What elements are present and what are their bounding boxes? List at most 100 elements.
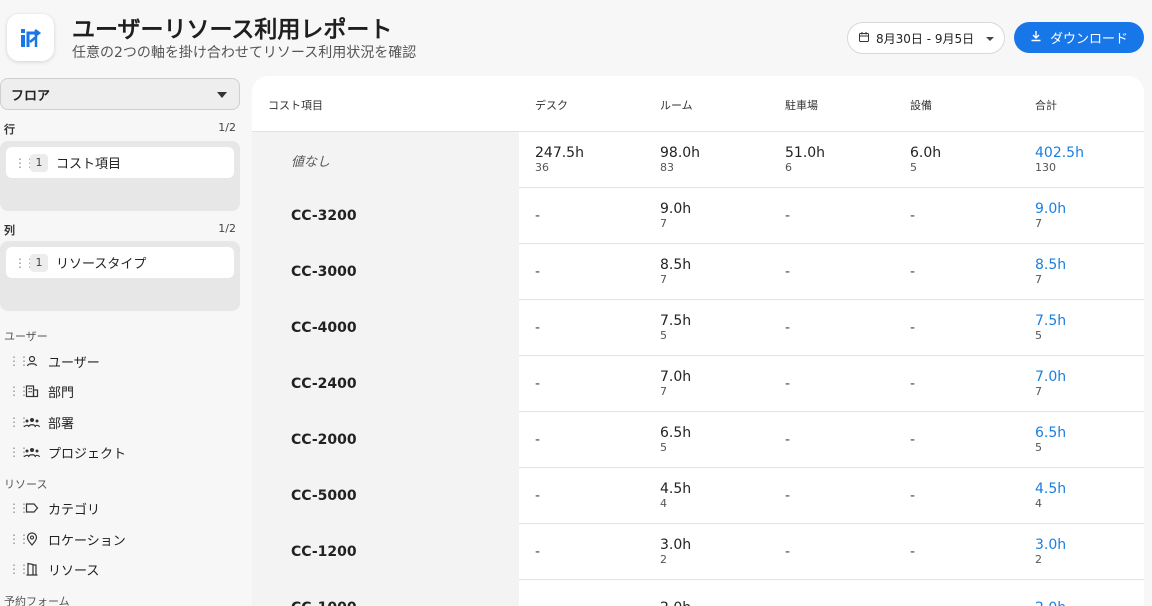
col-chip-resource-type[interactable]: ⋮⋮ 1 リソースタイプ [6, 247, 234, 278]
total-cell[interactable]: 9.0h 7 [1035, 188, 1066, 244]
row-header: CC-1200 [252, 524, 519, 580]
rows-dropzone[interactable]: ⋮⋮ 1 コスト項目 [0, 141, 240, 211]
table-cell: - [785, 188, 790, 244]
field-resource[interactable]: ⋮⋮ リソース [8, 557, 238, 581]
cell-count: 5 [910, 161, 917, 174]
drag-handle-icon[interactable]: ⋮⋮ [14, 256, 36, 270]
door-icon [24, 561, 40, 577]
caret-down-icon [217, 87, 227, 102]
cell-count: 4 [660, 497, 667, 510]
field-location[interactable]: ⋮⋮ ロケーション [8, 527, 238, 551]
cell-hours: - [535, 488, 541, 504]
field-division[interactable]: ⋮⋮ 部署 [8, 410, 238, 434]
field-label: リソース [48, 563, 100, 579]
table-cell: 247.5h 36 [535, 132, 584, 188]
cell-hours: 8.5h [1035, 257, 1067, 273]
cell-count: 7 [660, 217, 667, 230]
row-header: CC-1000 [252, 580, 519, 606]
total-cell[interactable]: 4.5h 4 [1035, 468, 1066, 524]
table-cell: - [535, 300, 540, 356]
col-header-total[interactable]: 合計 [1035, 97, 1057, 113]
cell-hours: 7.5h [660, 313, 692, 329]
calendar-icon [858, 31, 870, 46]
field-department[interactable]: ⋮⋮ 部門 [8, 379, 238, 403]
cell-hours: 3.0h [660, 537, 692, 553]
cell-hours: - [785, 488, 791, 504]
floor-select[interactable]: フロア [0, 78, 240, 110]
cell-hours: 9.0h [660, 201, 692, 217]
cell-count: 7 [1035, 217, 1042, 230]
drag-handle-icon[interactable]: ⋮⋮ [8, 562, 30, 576]
cell-hours: 4.5h [1035, 481, 1067, 497]
col-header-parking[interactable]: 駐車場 [785, 97, 818, 113]
total-cell[interactable]: 7.5h 5 [1035, 300, 1066, 356]
table-cell: - [535, 356, 540, 412]
cell-count: 5 [1035, 329, 1042, 342]
page-subtitle: 任意の2つの軸を掛け合わせてリソース利用状況を確認 [72, 45, 417, 61]
col-header-room[interactable]: ルーム [660, 97, 693, 113]
total-cell[interactable]: 2.0h [1035, 580, 1066, 606]
drag-handle-icon[interactable]: ⋮⋮ [8, 415, 30, 429]
download-button[interactable]: ダウンロード [1014, 22, 1144, 53]
col-header-cost-item[interactable]: コスト項目 [268, 97, 323, 113]
col-header-equipment[interactable]: 設備 [910, 97, 932, 113]
table-row: CC-3200-9.0h 7- -9.0h 7 [252, 188, 1144, 244]
cell-hours: - [910, 432, 916, 448]
total-cell[interactable]: 3.0h 2 [1035, 524, 1066, 580]
cell-hours: - [910, 600, 915, 606]
cell-hours: - [535, 600, 540, 606]
cell-hours: - [910, 208, 916, 224]
total-cell[interactable]: 8.5h 7 [1035, 244, 1066, 300]
drag-handle-icon[interactable]: ⋮⋮ [8, 384, 30, 398]
table-cell: - [785, 524, 790, 580]
cell-hours: 6.0h [910, 145, 942, 161]
cell-hours: - [785, 544, 791, 560]
caret-down-icon [986, 31, 994, 45]
total-cell[interactable]: 402.5h 130 [1035, 132, 1084, 188]
cell-hours: 6.5h [1035, 425, 1067, 441]
drag-handle-icon[interactable]: ⋮⋮ [14, 156, 36, 170]
field-user[interactable]: ⋮⋮ ユーザー [8, 349, 238, 373]
cols-dropzone[interactable]: ⋮⋮ 1 リソースタイプ [0, 241, 240, 311]
download-icon [1030, 30, 1042, 46]
location-pin-icon [24, 531, 40, 547]
cell-count: 36 [535, 161, 549, 174]
table-cell: - [535, 412, 540, 468]
drag-handle-icon[interactable]: ⋮⋮ [8, 354, 30, 368]
table-row: CC-2400-7.0h 7- -7.0h 7 [252, 356, 1144, 412]
cell-hours: 9.0h [1035, 201, 1067, 217]
drag-handle-icon[interactable]: ⋮⋮ [8, 445, 30, 459]
field-category[interactable]: ⋮⋮ カテゴリ [8, 496, 238, 520]
table-cell: - [785, 300, 790, 356]
table-cell: 2.0h [660, 580, 691, 606]
field-project[interactable]: ⋮⋮ プロジェクト [8, 440, 238, 464]
table-row: CC-4000-7.5h 5- -7.5h 5 [252, 300, 1144, 356]
date-range-picker[interactable]: 8月30日 - 9月5日 [847, 22, 1005, 54]
total-cell[interactable]: 7.0h 7 [1035, 356, 1066, 412]
field-label: カテゴリ [48, 502, 101, 518]
cell-hours: - [910, 376, 916, 392]
table-row: CC-1200-3.0h 2- -3.0h 2 [252, 524, 1144, 580]
cell-hours: 7.0h [1035, 369, 1067, 385]
drag-handle-icon[interactable]: ⋮⋮ [8, 501, 30, 515]
col-header-desk[interactable]: デスク [535, 97, 568, 113]
total-cell[interactable]: 6.5h 5 [1035, 412, 1066, 468]
cell-count: 7 [1035, 273, 1042, 286]
cell-hours: - [910, 488, 916, 504]
chip-label: コスト項目 [56, 157, 122, 172]
person-icon [24, 353, 40, 369]
row-header: CC-3000 [252, 244, 519, 300]
table-cell: - [910, 244, 915, 300]
cell-hours: - [535, 432, 541, 448]
cols-section-label: 列 [4, 224, 15, 237]
cell-hours: - [785, 376, 791, 392]
cell-hours: - [785, 320, 791, 336]
table-row: CC-1000 - 2.0h - - 2.0h [252, 580, 1144, 606]
drag-handle-icon[interactable]: ⋮⋮ [8, 532, 30, 546]
cell-hours: - [535, 320, 541, 336]
table-cell: 8.5h 7 [660, 244, 691, 300]
row-chip-cost-item[interactable]: ⋮⋮ 1 コスト項目 [6, 147, 234, 178]
table-cell: - [910, 412, 915, 468]
field-label: プロジェクト [48, 446, 127, 462]
row-header: CC-5000 [252, 468, 519, 524]
